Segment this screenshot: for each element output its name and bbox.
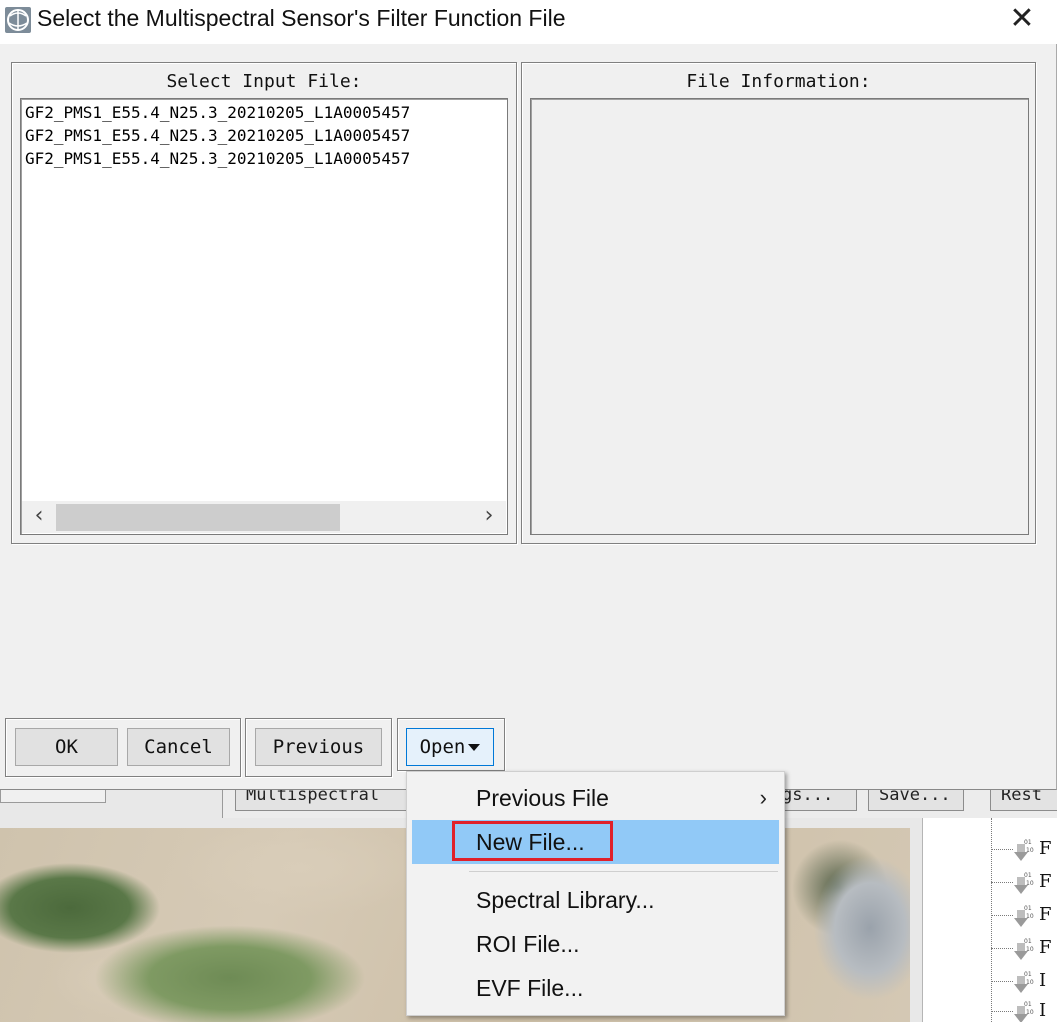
list-item[interactable]: GF2_PMS1_E55.4_N25.3_20210205_L1A0005457 — [25, 102, 507, 125]
scroll-thumb[interactable] — [56, 504, 340, 531]
caret-down-icon — [468, 744, 481, 751]
close-icon[interactable]: ✕ — [1005, 4, 1039, 38]
menu-item-roi-file[interactable]: ROI File... — [412, 922, 779, 966]
horizontal-scrollbar[interactable]: ‹ › — [22, 501, 506, 533]
svg-text:10: 10 — [1026, 847, 1034, 854]
input-file-label: Select Input File: — [166, 71, 362, 92]
binary-file-icon: 0110 — [1014, 872, 1034, 894]
binary-file-icon: 0110 — [1014, 938, 1034, 960]
open-button-label: Open — [419, 736, 466, 758]
menu-item-label: ROI File... — [476, 931, 580, 957]
menu-item-evf-file[interactable]: EVF File... — [412, 966, 779, 1010]
svg-text:01: 01 — [1024, 1001, 1032, 1008]
binary-file-icon: 0110 — [1014, 905, 1034, 927]
scroll-left-icon[interactable]: ‹ — [26, 505, 52, 529]
menu-item-label: Spectral Library... — [476, 887, 655, 913]
tree-node-label: F — [1039, 871, 1052, 892]
tree-node-label: I — [1039, 970, 1047, 991]
open-dropdown-button[interactable]: Open — [406, 728, 494, 766]
layer-tree: 01 10 F 01 10 F 01 10 F 01 10 F 01 10 I 01 10 … — [922, 818, 1057, 1022]
binary-file-icon: 0110 — [1014, 971, 1034, 993]
tree-node-label: F — [1039, 838, 1052, 859]
tree-node[interactable]: 01 10 F — [991, 836, 1057, 864]
svg-text:10: 10 — [1026, 946, 1034, 953]
svg-text:01: 01 — [1024, 839, 1032, 846]
svg-text:10: 10 — [1026, 880, 1034, 887]
scroll-right-icon[interactable]: › — [476, 505, 502, 529]
submenu-arrow-icon: › — [759, 785, 767, 810]
svg-text:01: 01 — [1024, 872, 1032, 879]
title-bar: Select the Multispectral Sensor's Filter… — [0, 0, 1057, 44]
input-file-panel: Select Input File: GF2_PMS1_E55.4_N25.3_… — [11, 62, 517, 544]
tree-node-label: F — [1039, 904, 1052, 925]
tree-node[interactable]: 01 10 F — [991, 869, 1057, 897]
binary-file-icon: 0110 — [1014, 1001, 1034, 1022]
svg-text:10: 10 — [1026, 913, 1034, 920]
menu-item-label: New File... — [476, 829, 585, 855]
filter-function-dialog: Select the Multispectral Sensor's Filter… — [0, 0, 1057, 790]
open-menu: Previous File › New File... Spectral Lib… — [406, 771, 785, 1016]
envi-app-icon — [5, 7, 31, 33]
menu-separator — [469, 871, 778, 872]
svg-text:01: 01 — [1024, 905, 1032, 912]
menu-item-spectral-library[interactable]: Spectral Library... — [412, 878, 779, 922]
previous-group: Previous — [245, 718, 392, 777]
list-item[interactable]: GF2_PMS1_E55.4_N25.3_20210205_L1A0005457 — [25, 148, 507, 171]
tree-node[interactable]: 01 10 I — [991, 968, 1057, 996]
tree-node[interactable]: 01 10 I — [991, 998, 1057, 1022]
menu-item-label: Previous File — [476, 785, 609, 811]
menu-item-new-file[interactable]: New File... — [412, 820, 779, 864]
tree-node-label: F — [1039, 937, 1052, 958]
file-information-panel: File Information: — [521, 62, 1036, 544]
file-information-box — [530, 98, 1029, 535]
binary-file-icon: 0110 — [1014, 839, 1034, 861]
ok-button[interactable]: OK — [15, 728, 118, 766]
input-file-list[interactable]: GF2_PMS1_E55.4_N25.3_20210205_L1A0005457… — [20, 98, 508, 535]
previous-button[interactable]: Previous — [255, 728, 382, 766]
ok-cancel-group: OK Cancel — [5, 718, 241, 777]
svg-text:01: 01 — [1024, 938, 1032, 945]
tree-node-label: I — [1039, 1000, 1047, 1021]
open-group: Open — [397, 718, 505, 771]
cancel-button[interactable]: Cancel — [127, 728, 230, 766]
menu-item-label: EVF File... — [476, 975, 584, 1001]
file-information-label: File Information: — [686, 71, 871, 92]
tree-node[interactable]: 01 10 F — [991, 902, 1057, 930]
svg-text:10: 10 — [1026, 1009, 1034, 1016]
svg-text:10: 10 — [1026, 979, 1034, 986]
menu-item-previous-file[interactable]: Previous File › — [412, 776, 779, 820]
tree-node[interactable]: 01 10 F — [991, 935, 1057, 963]
list-item[interactable]: GF2_PMS1_E55.4_N25.3_20210205_L1A0005457 — [25, 125, 507, 148]
window-title: Select the Multispectral Sensor's Filter… — [37, 5, 566, 31]
svg-text:01: 01 — [1024, 971, 1032, 978]
